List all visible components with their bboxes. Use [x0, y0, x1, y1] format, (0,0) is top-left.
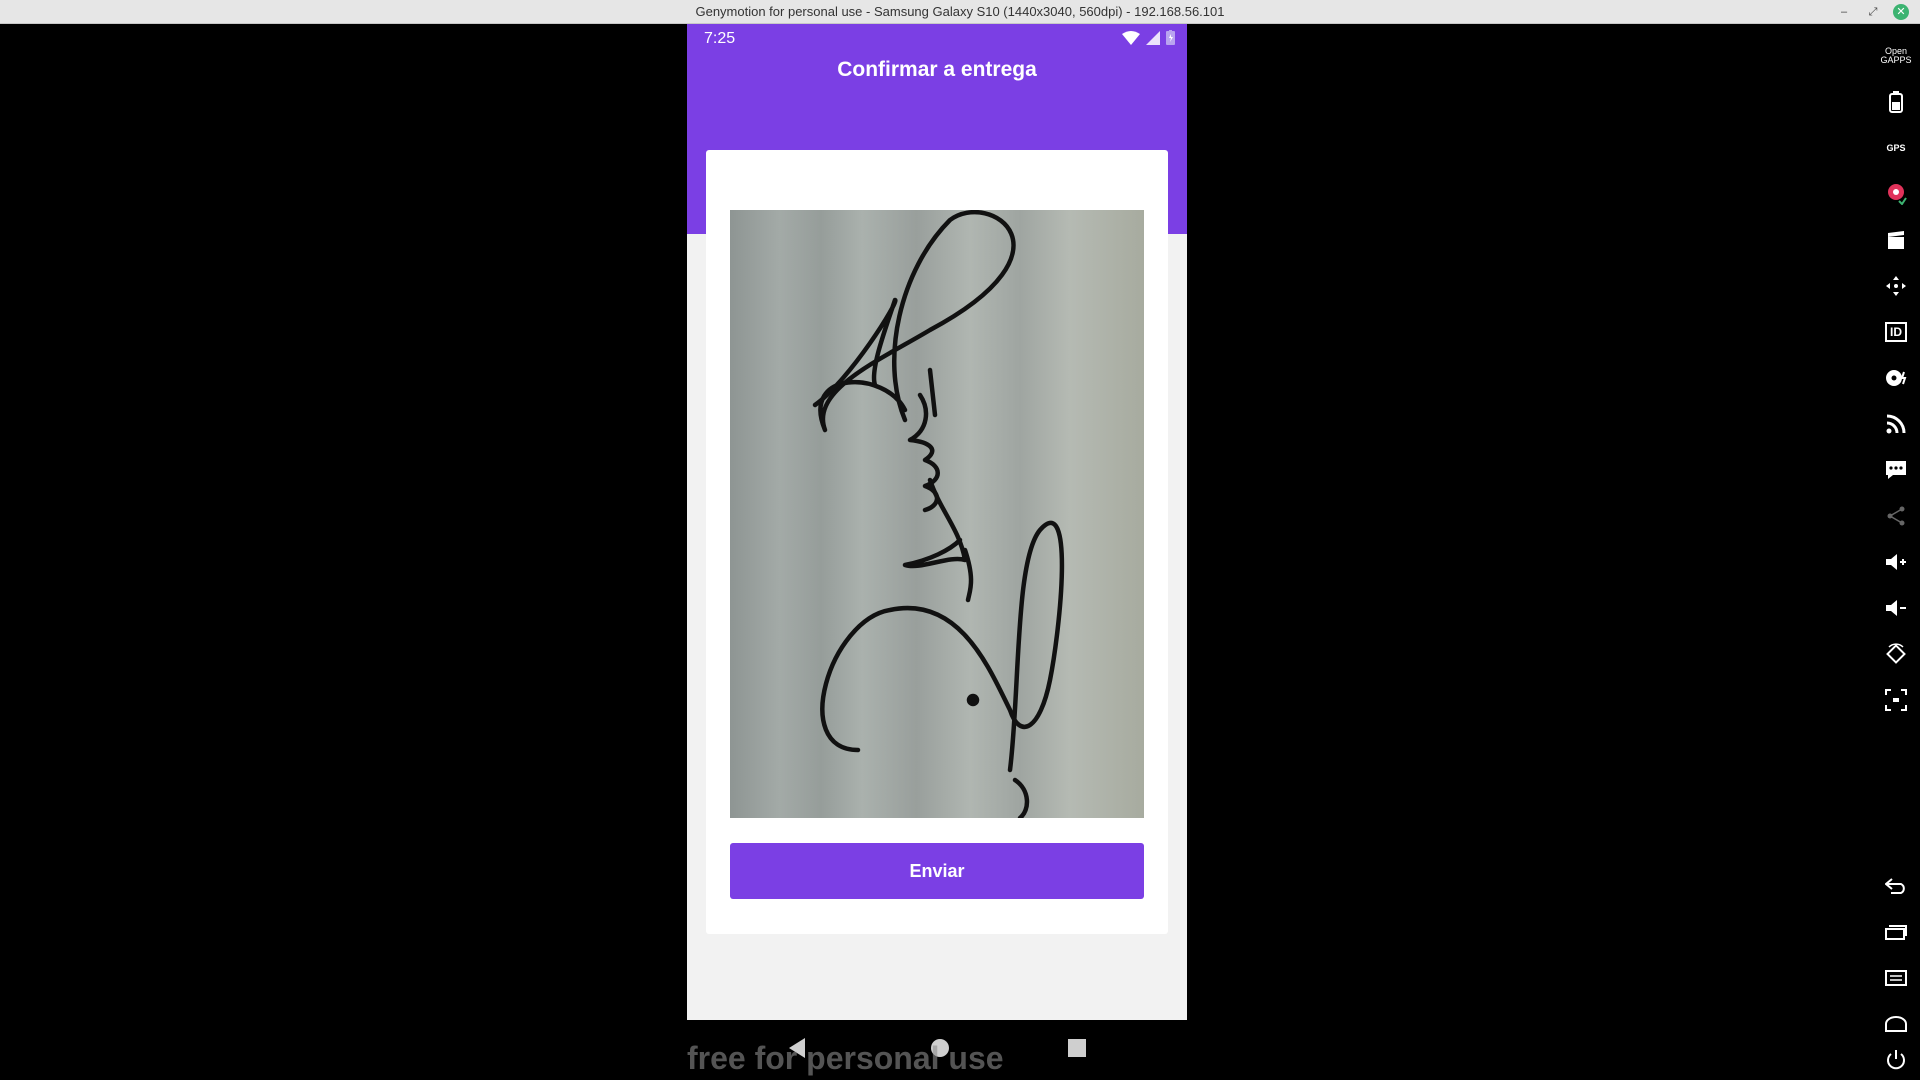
recent-apps-icon[interactable] — [1067, 1038, 1087, 1058]
minimize-button[interactable]: – — [1835, 3, 1853, 21]
pixel-perfect-icon[interactable] — [1880, 684, 1912, 716]
phone-screen: 7:25 Confirmar a entrega Enviar — [687, 24, 1187, 1020]
restore-button[interactable]: ⤢ — [1864, 3, 1882, 21]
recent-apps-tool-icon[interactable] — [1880, 916, 1912, 948]
home-icon[interactable] — [930, 1038, 950, 1058]
device-id-icon[interactable]: ID — [1880, 316, 1912, 348]
home-tool-icon[interactable] — [1880, 1008, 1912, 1040]
page-title: Confirmar a entrega — [837, 58, 1037, 81]
window-titlebar: Genymotion for personal use - Samsung Ga… — [0, 0, 1920, 24]
back-icon[interactable] — [787, 1038, 807, 1058]
window-title: Genymotion for personal use - Samsung Ga… — [695, 4, 1225, 19]
genymotion-toolbar: Open GAPPS GPS ID — [1872, 24, 1920, 1080]
disk-icon[interactable] — [1880, 362, 1912, 394]
wifi-icon — [1122, 30, 1140, 45]
rotate-icon[interactable] — [1880, 638, 1912, 670]
volume-down-icon[interactable] — [1880, 592, 1912, 624]
webcam-icon[interactable] — [1880, 178, 1912, 210]
battery-tool-icon[interactable] — [1880, 86, 1912, 118]
rss-icon[interactable] — [1880, 408, 1912, 440]
signature-photo — [730, 210, 1144, 818]
move-icon[interactable] — [1880, 270, 1912, 302]
signature-card: Enviar — [706, 150, 1168, 934]
close-button[interactable]: ✕ — [1893, 4, 1909, 20]
send-button[interactable]: Enviar — [730, 843, 1144, 899]
share-icon[interactable] — [1880, 500, 1912, 532]
android-back-icon[interactable] — [1880, 870, 1912, 902]
menu-icon[interactable] — [1880, 962, 1912, 994]
status-icons — [1122, 30, 1175, 45]
open-gapps-icon[interactable]: Open GAPPS — [1880, 40, 1912, 72]
screencast-icon[interactable] — [1880, 224, 1912, 256]
volume-up-icon[interactable] — [1880, 546, 1912, 578]
signature-image — [812, 210, 1065, 818]
status-time: 7:25 — [704, 30, 736, 47]
message-icon[interactable] — [1880, 454, 1912, 486]
gps-icon[interactable]: GPS — [1880, 132, 1912, 164]
android-nav-bar — [687, 1020, 1187, 1080]
battery-icon — [1166, 30, 1175, 45]
signal-icon — [1146, 30, 1160, 45]
power-icon[interactable] — [1880, 1044, 1912, 1076]
